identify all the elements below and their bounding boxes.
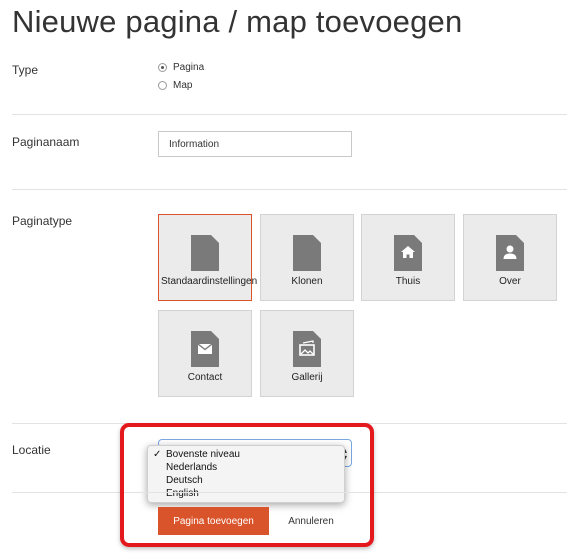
highlight-annotation bbox=[120, 423, 374, 547]
radio-map[interactable]: Map bbox=[158, 80, 192, 91]
tile-label: Over bbox=[499, 276, 521, 287]
radio-pagina[interactable]: Pagina bbox=[158, 62, 204, 73]
radio-map-label: Map bbox=[173, 80, 193, 91]
radio-map-control[interactable] bbox=[158, 81, 167, 90]
image-icon bbox=[293, 331, 321, 367]
tile-thuis[interactable]: Thuis bbox=[361, 214, 455, 301]
tile-label: Klonen bbox=[291, 276, 323, 287]
page-name-input[interactable] bbox=[158, 131, 352, 157]
location-label: Locatie bbox=[12, 443, 51, 457]
document-icon bbox=[191, 235, 219, 271]
type-label: Type bbox=[12, 63, 39, 77]
page-type-label: Paginatype bbox=[12, 214, 73, 228]
tile-label: Contact bbox=[187, 372, 223, 383]
person-icon bbox=[496, 235, 524, 271]
tile-label: Gallerij bbox=[291, 372, 323, 383]
tile-contact[interactable]: Contact bbox=[158, 310, 252, 397]
tile-label: Standaardinstellingen bbox=[161, 276, 258, 287]
tile-label: Thuis bbox=[395, 276, 421, 287]
radio-pagina-control[interactable] bbox=[158, 63, 167, 72]
divider bbox=[12, 189, 567, 190]
tile-gallerij[interactable]: Gallerij bbox=[260, 310, 354, 397]
document-icon bbox=[293, 235, 321, 271]
page-name-label: Paginanaam bbox=[12, 135, 80, 149]
divider bbox=[12, 114, 567, 115]
tile-standaardinstellingen[interactable]: Standaardinstellingen bbox=[158, 214, 258, 301]
radio-pagina-label: Pagina bbox=[173, 62, 205, 73]
page-title: Nieuwe pagina / map toevoegen bbox=[12, 4, 463, 39]
envelope-icon bbox=[191, 331, 219, 367]
home-icon bbox=[394, 235, 422, 271]
tile-over[interactable]: Over bbox=[463, 214, 557, 301]
tile-klonen[interactable]: Klonen bbox=[260, 214, 354, 301]
